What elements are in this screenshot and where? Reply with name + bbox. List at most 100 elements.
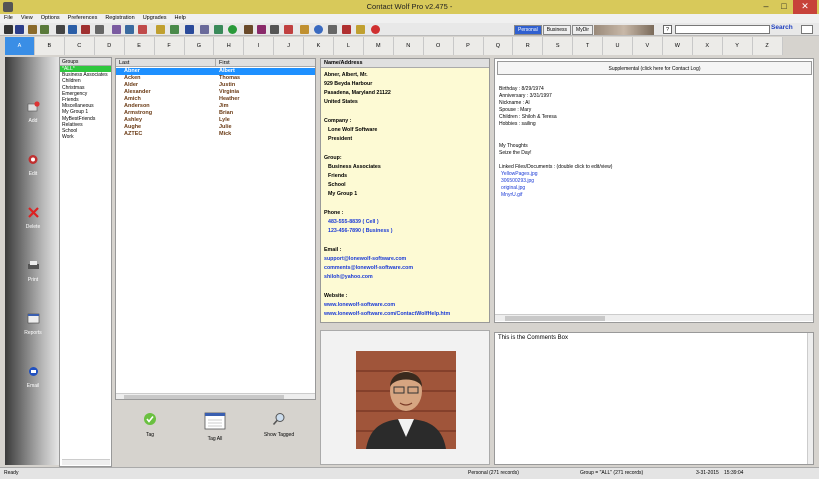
copy-icon[interactable] <box>112 25 121 34</box>
letter-tab-b[interactable]: B <box>35 37 65 55</box>
table-row[interactable]: Abner Albert <box>116 68 315 75</box>
menu-preferences[interactable]: Preferences <box>64 14 102 23</box>
scrollbar-thumb[interactable] <box>124 395 284 399</box>
letter-tab-x[interactable]: X <box>693 37 723 55</box>
sidebar-item-add[interactable]: Add <box>13 101 53 124</box>
letter-tab-a[interactable]: A <box>5 37 35 55</box>
table-row[interactable]: Acken Thomas <box>116 75 315 82</box>
menu-registration[interactable]: Registration <box>101 14 138 23</box>
website-link[interactable]: www.lonewolf-software.com/ContactWolfHel… <box>324 311 450 317</box>
letter-tab-u[interactable]: U <box>603 37 633 55</box>
help-button[interactable]: ? <box>663 25 672 34</box>
gift-icon[interactable] <box>257 25 266 34</box>
contacts-horizontal-scrollbar[interactable] <box>116 393 315 399</box>
sidebar-item-reports[interactable]: Reports <box>13 313 53 336</box>
import-icon[interactable] <box>40 25 49 34</box>
minimize-button[interactable]: – <box>757 0 775 14</box>
letter-tab-m[interactable]: M <box>364 37 394 55</box>
menu-help[interactable]: Help <box>171 14 190 23</box>
supplemental-horizontal-scrollbar[interactable] <box>495 314 813 321</box>
letter-tab-o[interactable]: O <box>424 37 454 55</box>
exit-icon[interactable] <box>371 25 380 34</box>
show-tagged-button[interactable]: Show Tagged <box>261 412 297 438</box>
sidebar-item-delete[interactable]: Delete <box>13 207 53 230</box>
menu-options[interactable]: Options <box>37 14 64 23</box>
phone-link[interactable]: 123-456-7890 ( Business ) <box>328 228 392 234</box>
comments-scrollbar[interactable] <box>807 333 813 464</box>
letter-tab-w[interactable]: W <box>663 37 693 55</box>
linked-file[interactable]: YellowPages.jpg <box>501 171 538 177</box>
menu-view[interactable]: View <box>17 14 37 23</box>
chat-icon[interactable] <box>228 25 237 34</box>
notes-icon[interactable] <box>270 25 279 34</box>
menu-upgrades[interactable]: Upgrades <box>139 14 171 23</box>
linked-file[interactable]: 306500293.jpg <box>501 178 534 184</box>
tag-all-button[interactable]: Tag All <box>199 412 231 442</box>
key-icon[interactable] <box>156 25 165 34</box>
tab-mydir[interactable]: MyDir <box>572 25 594 35</box>
letter-tab-t[interactable]: T <box>573 37 604 55</box>
sort-icon[interactable] <box>170 25 179 34</box>
tag-button[interactable]: Tag <box>135 412 165 438</box>
letter-tab-l[interactable]: L <box>334 37 364 55</box>
table-row[interactable]: Aughe Julie <box>116 124 315 131</box>
linked-file[interactable]: MnyrU.gif <box>501 192 522 198</box>
letter-tab-j[interactable]: J <box>274 37 305 55</box>
new-icon[interactable] <box>4 25 13 34</box>
sidebar-item-print[interactable]: Print <box>13 260 53 283</box>
email-link[interactable]: support@lonewolf-software.com <box>324 256 406 262</box>
clear-icon[interactable] <box>138 25 147 34</box>
letter-tab-p[interactable]: P <box>454 37 484 55</box>
sidebar-item-edit[interactable]: Edit <box>13 154 53 177</box>
linked-file[interactable]: original.jpg <box>501 185 525 191</box>
letter-tab-f[interactable]: F <box>155 37 185 55</box>
letter-tab-k[interactable]: K <box>304 37 334 55</box>
letter-tab-y[interactable]: Y <box>723 37 753 55</box>
paste-icon[interactable] <box>125 25 134 34</box>
maximize-button[interactable]: □ <box>775 0 793 14</box>
website-link[interactable]: www.lonewolf-software.com <box>324 302 395 308</box>
phone-link[interactable]: 483-555-8839 ( Cell ) <box>328 219 379 225</box>
scrollbar-thumb[interactable] <box>505 316 605 321</box>
comments-box[interactable]: This is the Comments Box <box>494 332 814 465</box>
letter-tab-e[interactable]: E <box>125 37 155 55</box>
book-icon[interactable] <box>244 25 253 34</box>
tools-settings-icon[interactable] <box>300 25 309 34</box>
groups-scrollbar[interactable] <box>62 459 110 465</box>
bookmark-icon[interactable] <box>342 25 351 34</box>
print-toolbar-icon[interactable] <box>56 25 65 34</box>
table-row[interactable]: Armstrong Brian <box>116 110 315 117</box>
sidebar-item-email[interactable]: Email <box>13 366 53 389</box>
letter-tab-v[interactable]: V <box>633 37 663 55</box>
table-row[interactable]: AZTEC Mick <box>116 131 315 138</box>
tab-personal[interactable]: Personal <box>514 25 542 35</box>
lock-icon[interactable] <box>356 25 365 34</box>
letter-tab-n[interactable]: N <box>394 37 424 55</box>
open-icon[interactable] <box>28 25 37 34</box>
letter-tab-s[interactable]: S <box>543 37 574 55</box>
search-button[interactable]: Search <box>771 24 799 35</box>
palette-icon[interactable] <box>328 25 337 34</box>
filter-icon[interactable] <box>200 25 209 34</box>
group-item[interactable]: Work <box>60 134 111 140</box>
tab-business[interactable]: Business <box>542 25 572 35</box>
letter-tab-r[interactable]: R <box>513 37 544 55</box>
letter-tab-z[interactable]: Z <box>753 37 783 55</box>
letter-tab-g[interactable]: G <box>184 37 215 55</box>
supplemental-contact-log-button[interactable]: Supplemental (click here for Contact Log… <box>497 61 812 75</box>
scissors-icon[interactable] <box>284 25 293 34</box>
column-header-first[interactable]: First <box>216 59 315 67</box>
letter-tab-i[interactable]: I <box>244 37 275 55</box>
letter-tab-c[interactable]: C <box>65 37 95 55</box>
column-header-last[interactable]: Last <box>116 59 216 67</box>
globe-icon[interactable] <box>185 25 194 34</box>
email-link[interactable]: comments@lonewolf-software.com <box>324 265 413 271</box>
table-row[interactable]: Alder Justin <box>116 82 315 89</box>
table-row[interactable]: Anderson Jim <box>116 103 315 110</box>
search-options-icon[interactable] <box>801 25 813 34</box>
menu-file[interactable]: File <box>0 14 17 23</box>
table-row[interactable]: Alexander Virginia <box>116 89 315 96</box>
backup-icon[interactable] <box>68 25 77 34</box>
refresh-icon[interactable] <box>314 25 323 34</box>
table-row[interactable]: Amich Heather <box>116 96 315 103</box>
